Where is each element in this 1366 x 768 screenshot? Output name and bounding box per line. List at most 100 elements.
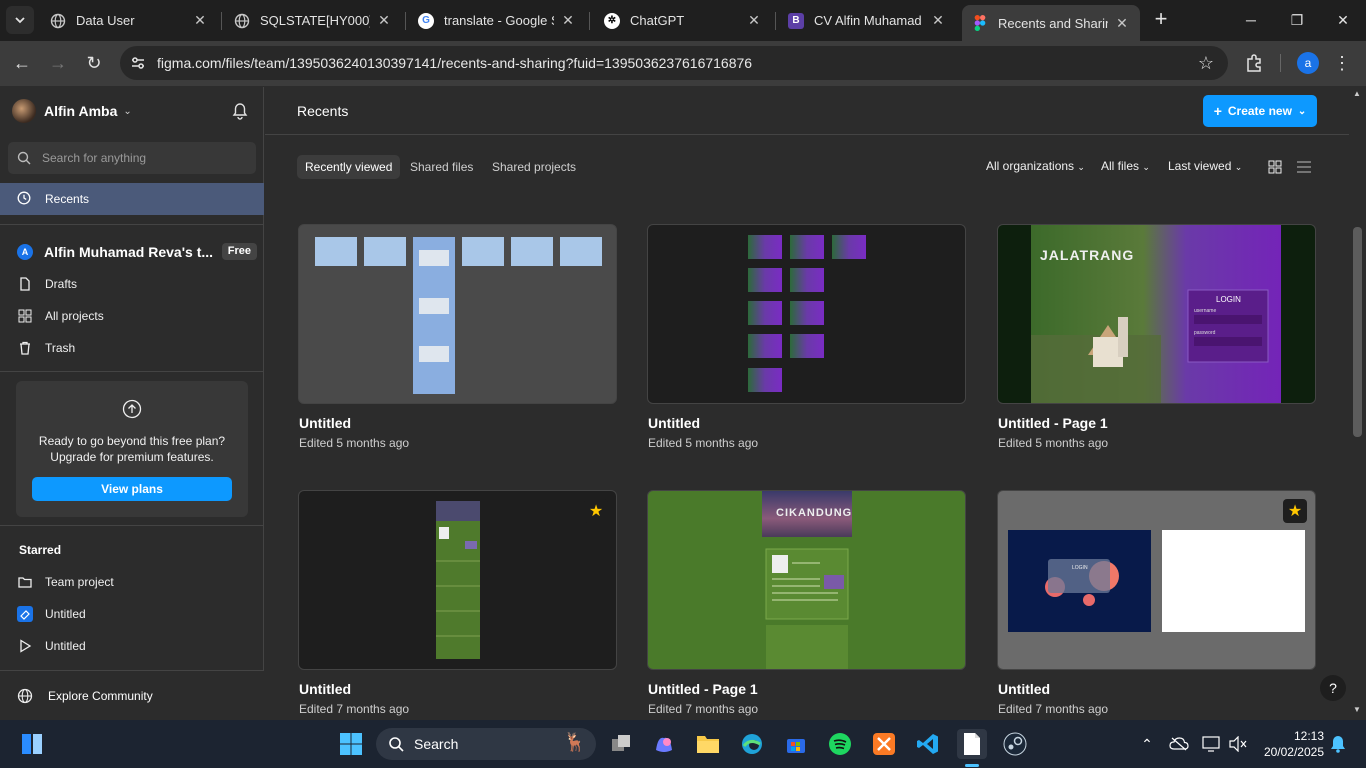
browser-tab-chatgpt[interactable]: ✲ ChatGPT ✕ [594, 6, 772, 35]
figjam-icon [17, 606, 33, 622]
close-icon[interactable]: ✕ [192, 12, 208, 29]
profile-avatar[interactable]: a [1297, 52, 1319, 74]
starred-badge[interactable]: ★ [584, 499, 608, 523]
user-name: Alfin Amba [44, 103, 118, 119]
close-icon[interactable]: ✕ [1114, 15, 1130, 31]
browser-menu-icon[interactable]: ⋮ [1332, 52, 1352, 74]
folder-icon [17, 574, 33, 590]
notepad-icon[interactable] [957, 729, 987, 759]
xampp-icon[interactable] [869, 729, 899, 759]
search-icon [17, 151, 31, 165]
back-button[interactable]: ← [10, 51, 34, 75]
task-view-icon[interactable] [606, 729, 636, 759]
browser-tab-data-user[interactable]: Data User ✕ [40, 6, 218, 35]
browser-tab-google-translate[interactable]: G translate - Google Se ✕ [408, 6, 586, 35]
browser-tab-cv[interactable]: B CV Alfin Muhamad Re ✕ [778, 6, 956, 35]
file-title: Untitled [299, 415, 352, 431]
volume-muted-icon[interactable] [1224, 729, 1252, 759]
grid-view-icon[interactable] [1267, 159, 1283, 175]
tab-separator [405, 12, 406, 30]
address-bar[interactable]: figma.com/files/team/1395036240130397141… [120, 46, 1228, 80]
microsoft-store-icon[interactable] [781, 729, 811, 759]
figma-sidebar: Alfin Amba ⌄ Recents A Alfin Muhamad Rev… [0, 87, 264, 720]
windows-start-icon[interactable] [336, 729, 366, 759]
browser-tab-figma-recents[interactable]: Recents and Sharing ✕ [962, 5, 1140, 41]
thumbnail-heading: JALATRANG [1040, 247, 1135, 263]
browser-tab-sqlstate[interactable]: SQLSTATE[HY000]: Ge ✕ [224, 6, 402, 35]
forward-button[interactable]: → [46, 51, 70, 75]
system-clock[interactable]: 12:13 20/02/2025 [1258, 728, 1324, 760]
new-tab-button[interactable]: + [1150, 8, 1172, 30]
organizations-filter[interactable]: All organizations ⌄ [986, 159, 1085, 173]
globe-icon [234, 13, 250, 29]
divider [0, 224, 264, 225]
create-new-button[interactable]: + Create new ⌄ [1203, 95, 1317, 127]
close-icon[interactable]: ✕ [930, 12, 946, 29]
search-icon [389, 737, 404, 752]
search-input[interactable] [42, 142, 247, 174]
chevron-down-icon: ⌄ [1142, 162, 1150, 172]
sidebar-item-label: Trash [45, 341, 76, 355]
maximize-button[interactable]: ❐ [1274, 0, 1320, 40]
team-switcher[interactable]: A Alfin Muhamad Reva's t... ⌄ Free [17, 240, 257, 264]
page-title: Recents [297, 103, 349, 119]
tab-separator [589, 12, 590, 30]
main-content: Recents + Create new ⌄ Recently viewed S… [265, 87, 1349, 720]
plan-badge: Free [221, 243, 257, 260]
file-explorer-icon[interactable] [693, 729, 723, 759]
scroll-down-icon[interactable]: ▼ [1353, 705, 1361, 714]
windows-taskbar: Search 🦌 ⌃ 12:13 20/02/2025 [0, 720, 1366, 768]
close-icon[interactable]: ✕ [746, 12, 762, 29]
scrollbar-thumb[interactable] [1353, 227, 1362, 437]
spotify-icon[interactable] [825, 729, 855, 759]
extensions-icon[interactable] [1244, 53, 1264, 73]
display-icon[interactable] [1197, 729, 1225, 759]
sort-filter[interactable]: Last viewed ⌄ [1168, 159, 1242, 173]
tab-separator [221, 12, 222, 30]
files-filter[interactable]: All files ⌄ [1101, 159, 1150, 173]
close-window-button[interactable]: ✕ [1320, 0, 1366, 40]
sidebar-item-all-projects[interactable]: All projects [0, 300, 264, 332]
tab-recently-viewed[interactable]: Recently viewed [297, 155, 401, 179]
file-edited: Edited 5 months ago [648, 436, 759, 450]
tab-title: ChatGPT [630, 13, 685, 28]
site-info-icon[interactable] [130, 55, 146, 71]
close-icon[interactable]: ✕ [560, 12, 576, 29]
explore-community-link[interactable]: Explore Community [0, 670, 264, 720]
widgets-icon[interactable] [17, 729, 47, 759]
starred-item-team-project[interactable]: Team project [0, 566, 264, 598]
view-plans-button[interactable]: View plans [32, 477, 232, 501]
starred-item-untitled[interactable]: Untitled [0, 630, 264, 662]
page-scrollbar[interactable]: ▲ ▼ [1349, 87, 1366, 720]
taskbar-search[interactable]: Search 🦌 [376, 728, 596, 760]
file-thumbnail [298, 224, 617, 404]
starred-item-untitled[interactable]: Untitled [0, 598, 264, 630]
sidebar-item-trash[interactable]: Trash [0, 332, 264, 364]
reload-button[interactable]: ↻ [82, 51, 106, 75]
thumbnail-login-title: LOGIN [1216, 295, 1241, 304]
tab-title: SQLSTATE[HY000]: Ge [260, 13, 370, 28]
globe-icon [50, 13, 66, 29]
copilot-icon[interactable] [649, 729, 679, 759]
starred-badge[interactable]: ★ [1283, 499, 1307, 523]
steam-icon[interactable] [1000, 729, 1030, 759]
sidebar-item-drafts[interactable]: Drafts [0, 268, 264, 300]
tab-shared-projects[interactable]: Shared projects [484, 155, 584, 179]
vscode-icon[interactable] [913, 729, 943, 759]
notification-bell-icon[interactable] [1327, 729, 1349, 759]
upgrade-promo: Ready to go beyond this free plan? Upgra… [16, 381, 248, 517]
list-view-icon[interactable] [1296, 159, 1312, 175]
minimize-button[interactable]: ─ [1228, 0, 1274, 40]
tab-shared-files[interactable]: Shared files [402, 155, 481, 179]
chevron-up-icon[interactable]: ⌃ [1133, 729, 1161, 759]
help-button[interactable]: ? [1320, 675, 1346, 701]
edge-icon[interactable] [737, 729, 767, 759]
sidebar-item-recents[interactable]: Recents [0, 183, 264, 215]
bell-icon[interactable] [231, 102, 249, 120]
scroll-up-icon[interactable]: ▲ [1353, 89, 1361, 98]
onedrive-icon[interactable] [1165, 729, 1193, 759]
close-icon[interactable]: ✕ [376, 12, 392, 29]
account-switcher[interactable]: Alfin Amba ⌄ [12, 99, 132, 123]
bookmark-star-icon[interactable]: ☆ [1198, 53, 1214, 74]
tab-search-button[interactable] [6, 6, 34, 34]
